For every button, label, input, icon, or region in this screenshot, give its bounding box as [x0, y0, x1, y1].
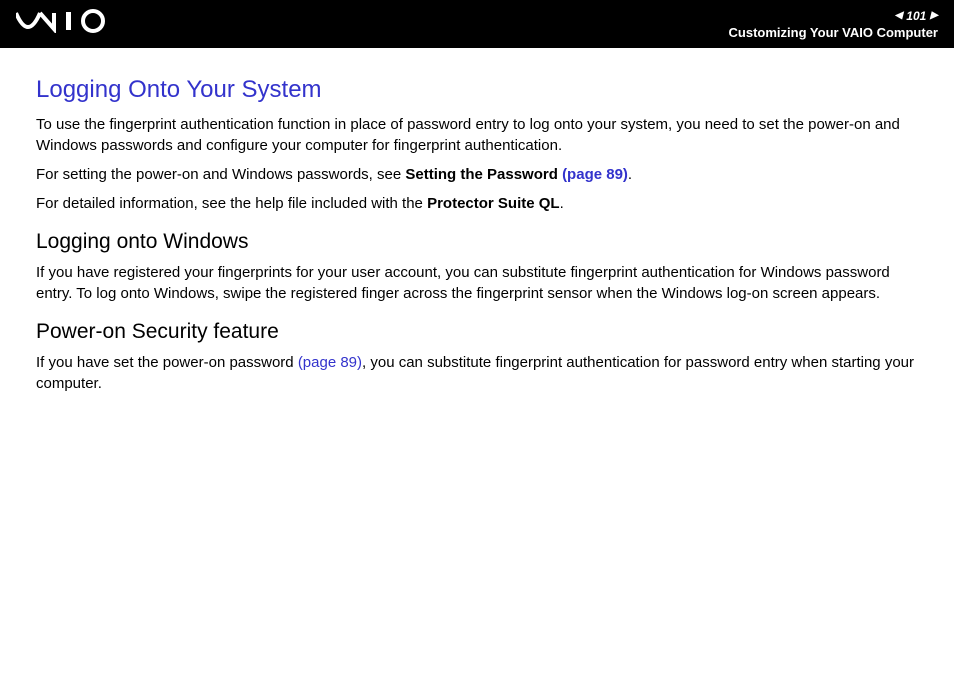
power-on-paragraph: If you have set the power-on password (p… — [36, 352, 918, 394]
vaio-logo-svg — [16, 9, 112, 33]
header-bar: ◀ 101 ▶ Customizing Your VAIO Computer — [0, 0, 954, 48]
password-setting-paragraph: For setting the power-on and Windows pas… — [36, 164, 918, 185]
para3-bold: Protector Suite QL — [427, 195, 560, 212]
intro-paragraph: To use the fingerprint authentication fu… — [36, 114, 918, 156]
vaio-logo — [16, 8, 112, 40]
content-area: Logging Onto Your System To use the fing… — [0, 48, 954, 422]
para2-pre: For setting the power-on and Windows pas… — [36, 166, 405, 183]
prev-page-arrow-icon[interactable]: ◀ — [895, 10, 903, 21]
page-89-link[interactable]: (page 89) — [562, 166, 628, 183]
para2-bold: Setting the Password — [405, 166, 562, 183]
page-89-link-2[interactable]: (page 89) — [298, 354, 362, 371]
para3-post: . — [560, 195, 564, 212]
logging-windows-heading: Logging onto Windows — [36, 230, 918, 254]
main-heading: Logging Onto Your System — [36, 76, 918, 104]
page-number: 101 — [906, 9, 926, 23]
para3-pre: For detailed information, see the help f… — [36, 195, 427, 212]
para2-post: . — [628, 166, 632, 183]
page-navigation: ◀ 101 ▶ — [895, 9, 938, 23]
power-on-heading: Power-on Security feature — [36, 320, 918, 344]
next-page-arrow-icon[interactable]: ▶ — [930, 10, 938, 21]
sub2-para-pre: If you have set the power-on password — [36, 354, 298, 371]
protector-suite-paragraph: For detailed information, see the help f… — [36, 193, 918, 214]
header-subtitle: Customizing Your VAIO Computer — [729, 25, 938, 40]
logging-windows-paragraph: If you have registered your fingerprints… — [36, 262, 918, 304]
header-right: ◀ 101 ▶ Customizing Your VAIO Computer — [729, 9, 938, 40]
